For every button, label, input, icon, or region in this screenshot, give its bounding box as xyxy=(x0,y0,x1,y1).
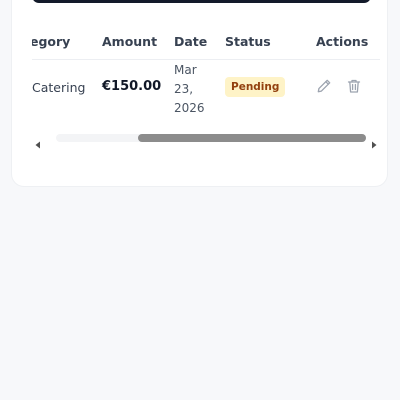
category-cell: Catering xyxy=(32,80,86,95)
horizontal-scrollbar[interactable] xyxy=(35,132,380,149)
triangle-left-icon[interactable] xyxy=(34,134,42,149)
amount-cell: €150.00 xyxy=(102,79,162,94)
date-cell: Mar 23, 2026 xyxy=(174,61,214,118)
column-header-actions: Actions xyxy=(316,34,369,49)
trash-icon[interactable] xyxy=(346,78,362,94)
page: egory Amount Date Status Actions Caterin… xyxy=(0,0,400,400)
expense-table-card: egory Amount Date Status Actions Caterin… xyxy=(12,0,387,186)
column-header-date[interactable]: Date xyxy=(174,34,207,49)
date-year: 2026 xyxy=(174,101,205,115)
header-divider xyxy=(32,59,380,60)
column-header-category[interactable]: egory xyxy=(32,34,70,49)
column-header-amount[interactable]: Amount xyxy=(102,34,157,49)
date-day: 23, xyxy=(174,82,194,96)
scrollbar-thumb[interactable] xyxy=(138,134,366,142)
triangle-right-icon[interactable] xyxy=(370,134,378,149)
column-header-status[interactable]: Status xyxy=(225,34,271,49)
date-month: Mar xyxy=(174,63,197,77)
pencil-icon[interactable] xyxy=(316,78,332,94)
status-badge: Pending xyxy=(225,77,286,97)
table-scroll-area[interactable]: egory Amount Date Status Actions Caterin… xyxy=(32,0,380,150)
